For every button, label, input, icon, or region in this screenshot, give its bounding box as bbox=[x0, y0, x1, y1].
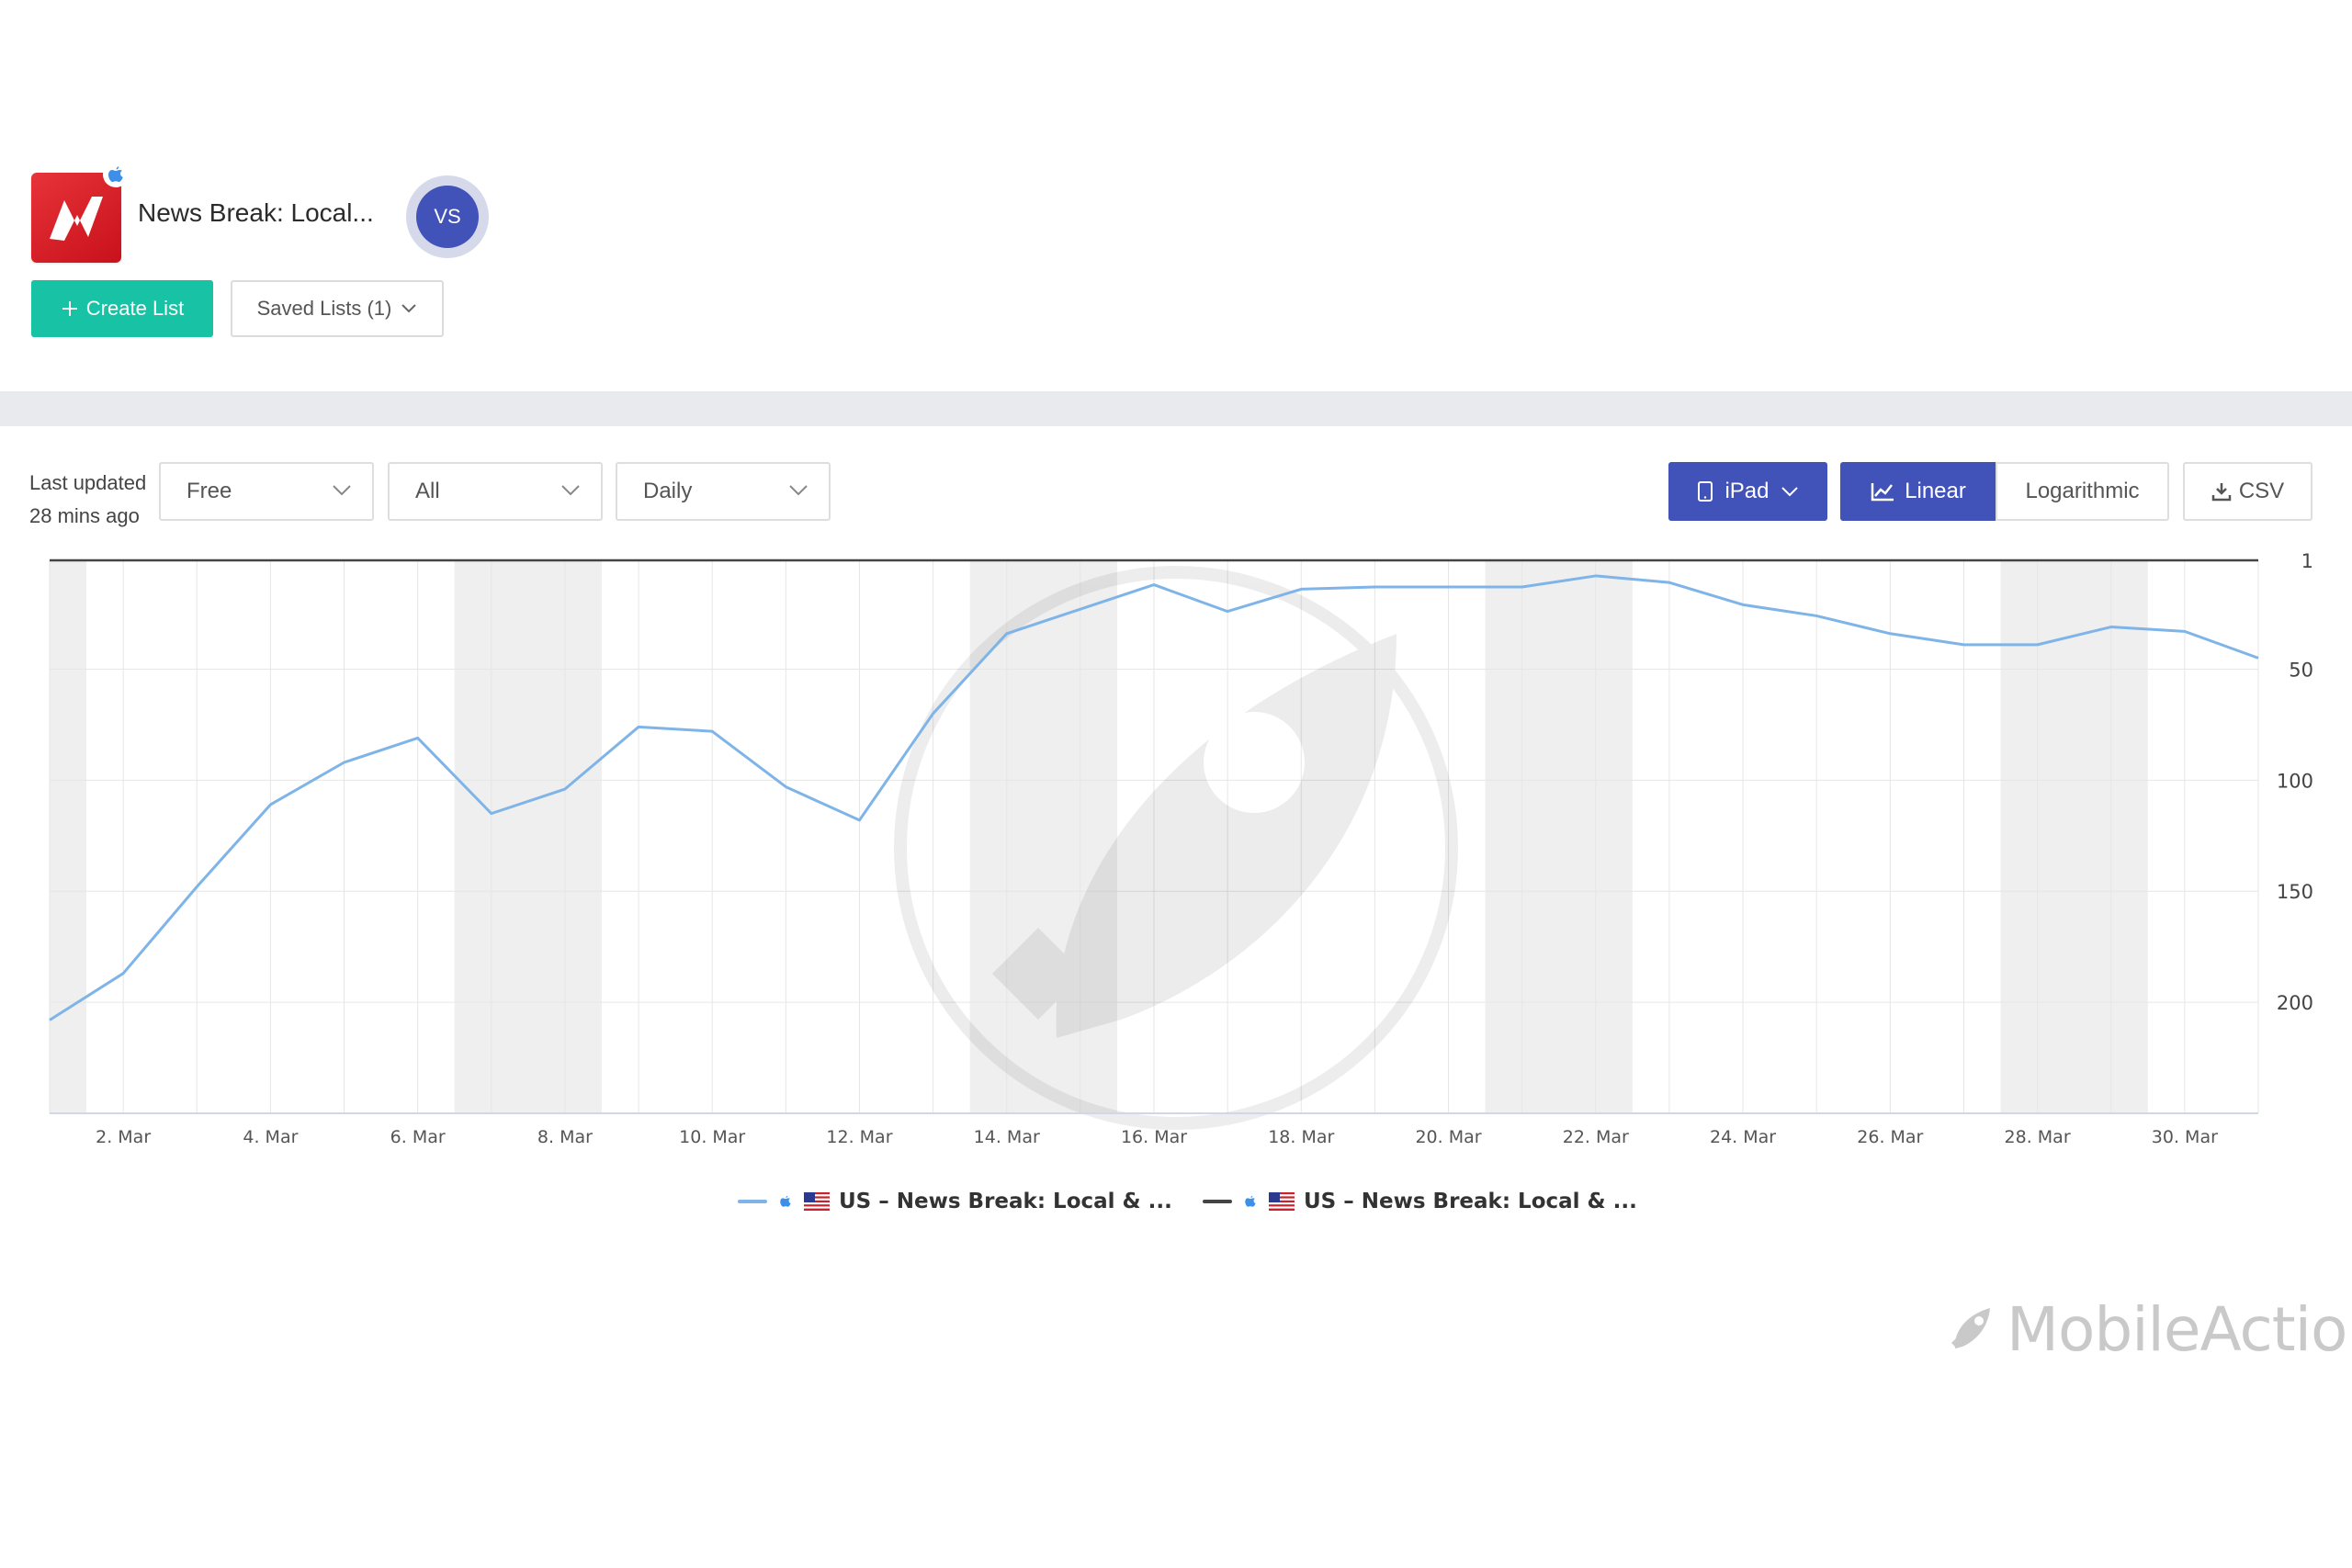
chevron-down-icon bbox=[333, 485, 351, 496]
x-tick-label: 2. Mar bbox=[96, 1127, 151, 1147]
x-tick-label: 12. Mar bbox=[826, 1127, 892, 1147]
weekend-band-1 bbox=[50, 560, 87, 1113]
x-tick-label: 30. Mar bbox=[2152, 1127, 2218, 1147]
plus-icon bbox=[62, 301, 77, 316]
chevron-down-icon bbox=[401, 304, 417, 313]
x-tick-label: 24. Mar bbox=[1710, 1127, 1776, 1147]
saved-lists-dropdown[interactable]: Saved Lists (1) bbox=[231, 280, 444, 337]
vs-compare-button[interactable]: VS bbox=[416, 186, 479, 248]
category-filter-value: All bbox=[415, 479, 440, 503]
us-flag-icon bbox=[1269, 1192, 1295, 1211]
x-tick-label: 18. Mar bbox=[1268, 1127, 1334, 1147]
rocket-logo-icon bbox=[1951, 1308, 1990, 1348]
legend-swatch-series-1 bbox=[738, 1200, 767, 1203]
x-tick-label: 26. Mar bbox=[1857, 1127, 1923, 1147]
us-flag-icon bbox=[804, 1192, 830, 1211]
weekend-band-4 bbox=[1485, 560, 1633, 1113]
legend-label-series-2: US – News Break: Local & ... bbox=[1304, 1190, 1637, 1213]
x-tick-label: 14. Mar bbox=[974, 1127, 1040, 1147]
interval-filter-dropdown[interactable]: Daily bbox=[616, 462, 831, 521]
linear-scale-button[interactable]: Linear bbox=[1840, 462, 1996, 521]
download-icon bbox=[2211, 483, 2232, 502]
y-tick-label: 200 bbox=[2277, 992, 2313, 1014]
y-axis: 150100150200 bbox=[2277, 550, 2313, 1014]
chevron-down-icon bbox=[561, 485, 580, 496]
apple-icon bbox=[1245, 1195, 1256, 1207]
chevron-down-icon bbox=[1781, 487, 1798, 497]
weekend-bands bbox=[50, 560, 2148, 1113]
chevron-down-icon bbox=[789, 485, 808, 496]
weekend-band-2 bbox=[454, 560, 602, 1113]
y-tick-label: 50 bbox=[2289, 659, 2313, 681]
legend-label-series-1: US – News Break: Local & ... bbox=[839, 1190, 1172, 1213]
linear-label: Linear bbox=[1905, 479, 1966, 503]
csv-export-button[interactable]: CSV bbox=[2183, 462, 2312, 521]
mobileaction-brand: MobileAction bbox=[1946, 1294, 2352, 1365]
tablet-icon bbox=[1698, 481, 1713, 502]
device-dropdown[interactable]: iPad bbox=[1668, 462, 1827, 521]
brand-name: MobileAction bbox=[2007, 1293, 2352, 1365]
x-tick-label: 8. Mar bbox=[537, 1127, 593, 1147]
device-label: iPad bbox=[1724, 479, 1770, 503]
apple-icon bbox=[108, 166, 123, 182]
x-tick-label: 20. Mar bbox=[1415, 1127, 1481, 1147]
app-title[interactable]: News Break: Local... bbox=[138, 198, 374, 228]
x-tick-label: 4. Mar bbox=[243, 1127, 298, 1147]
x-tick-label: 10. Mar bbox=[679, 1127, 745, 1147]
x-tick-label: 22. Mar bbox=[1563, 1127, 1629, 1147]
line-chart-icon bbox=[1871, 483, 1894, 502]
logarithmic-scale-button[interactable]: Logarithmic bbox=[1996, 462, 2169, 521]
csv-label: CSV bbox=[2238, 479, 2285, 503]
apple-platform-badge bbox=[103, 162, 129, 187]
x-tick-label: 6. Mar bbox=[390, 1127, 446, 1147]
legend-item-series-1[interactable]: US – News Break: Local & ... bbox=[738, 1187, 1172, 1216]
y-tick-label: 150 bbox=[2277, 881, 2313, 903]
price-filter-value: Free bbox=[187, 479, 232, 503]
y-tick-label: 1 bbox=[2301, 550, 2313, 572]
saved-lists-label: Saved Lists (1) bbox=[256, 297, 392, 320]
last-updated-label: Last updated bbox=[29, 471, 147, 494]
price-filter-dropdown[interactable]: Free bbox=[159, 462, 374, 521]
ranking-chart: 2. Mar 4. Mar 6. Mar 8. Mar 10. Mar 12. Mar 14… bbox=[49, 550, 2313, 1147]
y-tick-label: 100 bbox=[2277, 770, 2313, 792]
category-filter-dropdown[interactable]: All bbox=[388, 462, 603, 521]
x-tick-label: 28. Mar bbox=[2005, 1127, 2071, 1147]
weekend-band-5 bbox=[2000, 560, 2148, 1113]
apple-icon bbox=[780, 1195, 791, 1207]
last-updated-text: Last updated 28 mins ago bbox=[29, 467, 146, 533]
last-updated-value: 28 mins ago bbox=[29, 504, 140, 527]
x-tick-label: 16. Mar bbox=[1121, 1127, 1187, 1147]
interval-filter-value: Daily bbox=[643, 479, 693, 503]
section-divider bbox=[0, 391, 2352, 426]
logarithmic-label: Logarithmic bbox=[2025, 479, 2140, 503]
legend-swatch-series-2 bbox=[1203, 1200, 1232, 1203]
create-list-button[interactable]: Create List bbox=[31, 280, 213, 337]
legend-item-series-2[interactable]: US – News Break: Local & ... bbox=[1203, 1187, 1637, 1216]
create-list-label: Create List bbox=[85, 297, 185, 320]
